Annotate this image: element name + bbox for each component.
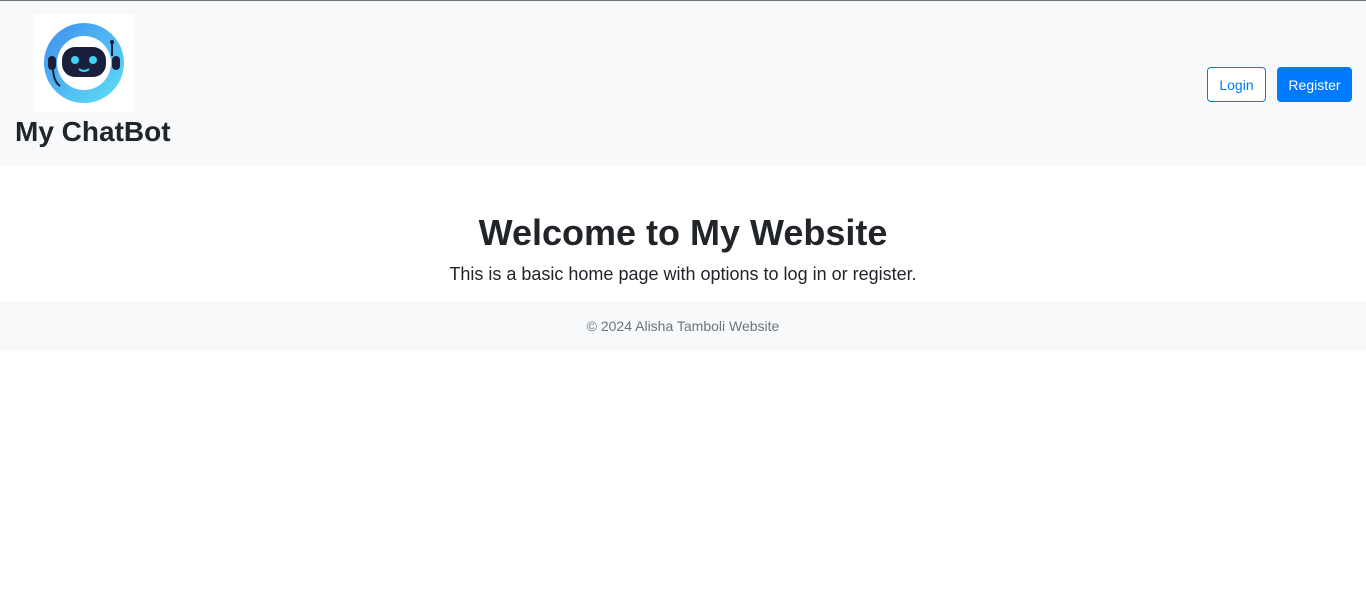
navbar: My ChatBot Login Register — [0, 1, 1366, 166]
page-title: Welcome to My Website — [478, 212, 888, 253]
footer-copyright: © 2024 Alisha Tamboli Website — [586, 318, 780, 334]
brand-name: My ChatBot — [15, 116, 171, 147]
footer: © 2024 Alisha Tamboli Website — [0, 301, 1366, 351]
robot-icon — [34, 14, 134, 112]
register-button[interactable]: Register — [1277, 67, 1352, 102]
main-content: Welcome to My Website This is a basic ho… — [0, 166, 1366, 301]
page-lead: This is a basic home page with options t… — [449, 264, 917, 284]
login-button[interactable]: Login — [1207, 67, 1266, 102]
